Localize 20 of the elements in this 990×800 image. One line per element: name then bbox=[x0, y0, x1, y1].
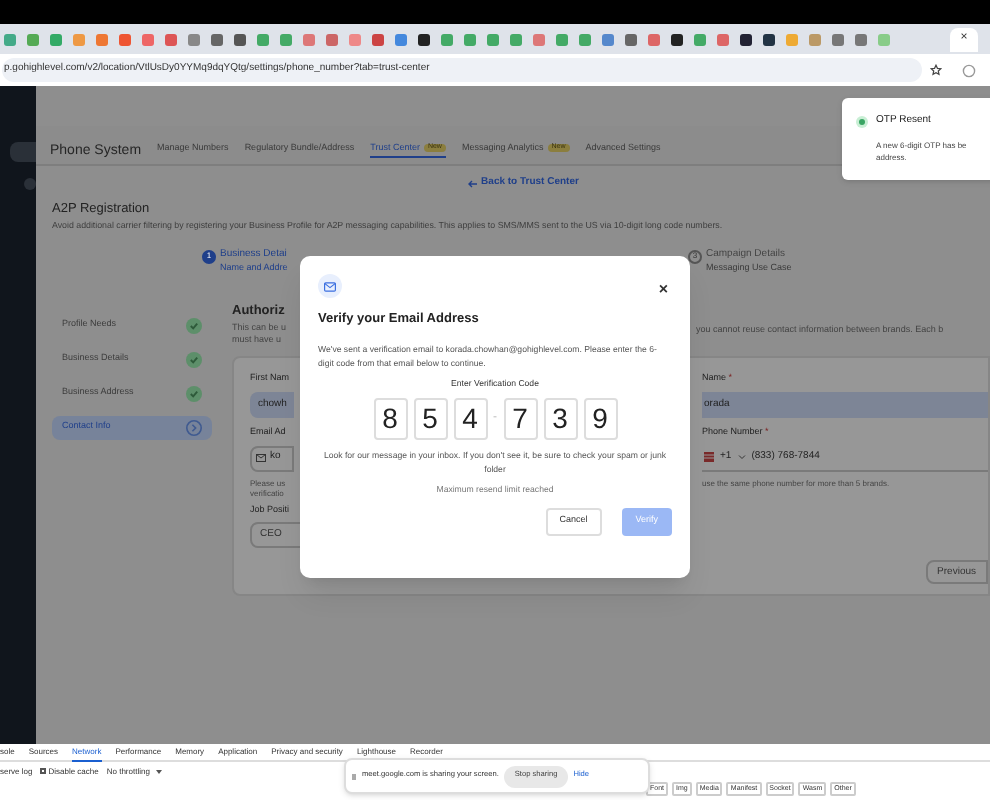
chevron-icon bbox=[186, 419, 202, 436]
flag-icon bbox=[704, 452, 714, 463]
profile-icon[interactable] bbox=[962, 63, 976, 77]
star-icon[interactable] bbox=[930, 64, 942, 76]
success-icon bbox=[856, 115, 868, 128]
check-icon bbox=[186, 351, 202, 368]
code-digit-field[interactable]: 5 bbox=[413, 398, 447, 441]
check-icon bbox=[186, 385, 202, 402]
caret-icon bbox=[155, 769, 162, 773]
code-digit-field[interactable]: 4 bbox=[453, 398, 487, 441]
code-digit-field[interactable]: 7 bbox=[503, 398, 537, 441]
arrow-left-icon bbox=[467, 179, 478, 188]
chevron-down-icon bbox=[737, 454, 746, 461]
mail-icon bbox=[256, 454, 266, 463]
check-icon bbox=[186, 317, 202, 334]
mail-icon bbox=[324, 281, 336, 291]
code-digit-field[interactable]: 3 bbox=[543, 398, 577, 441]
code-digit-field[interactable]: 9 bbox=[583, 398, 617, 441]
close-button[interactable]: × bbox=[658, 282, 668, 298]
code-digit-field[interactable]: 8 bbox=[373, 398, 407, 441]
